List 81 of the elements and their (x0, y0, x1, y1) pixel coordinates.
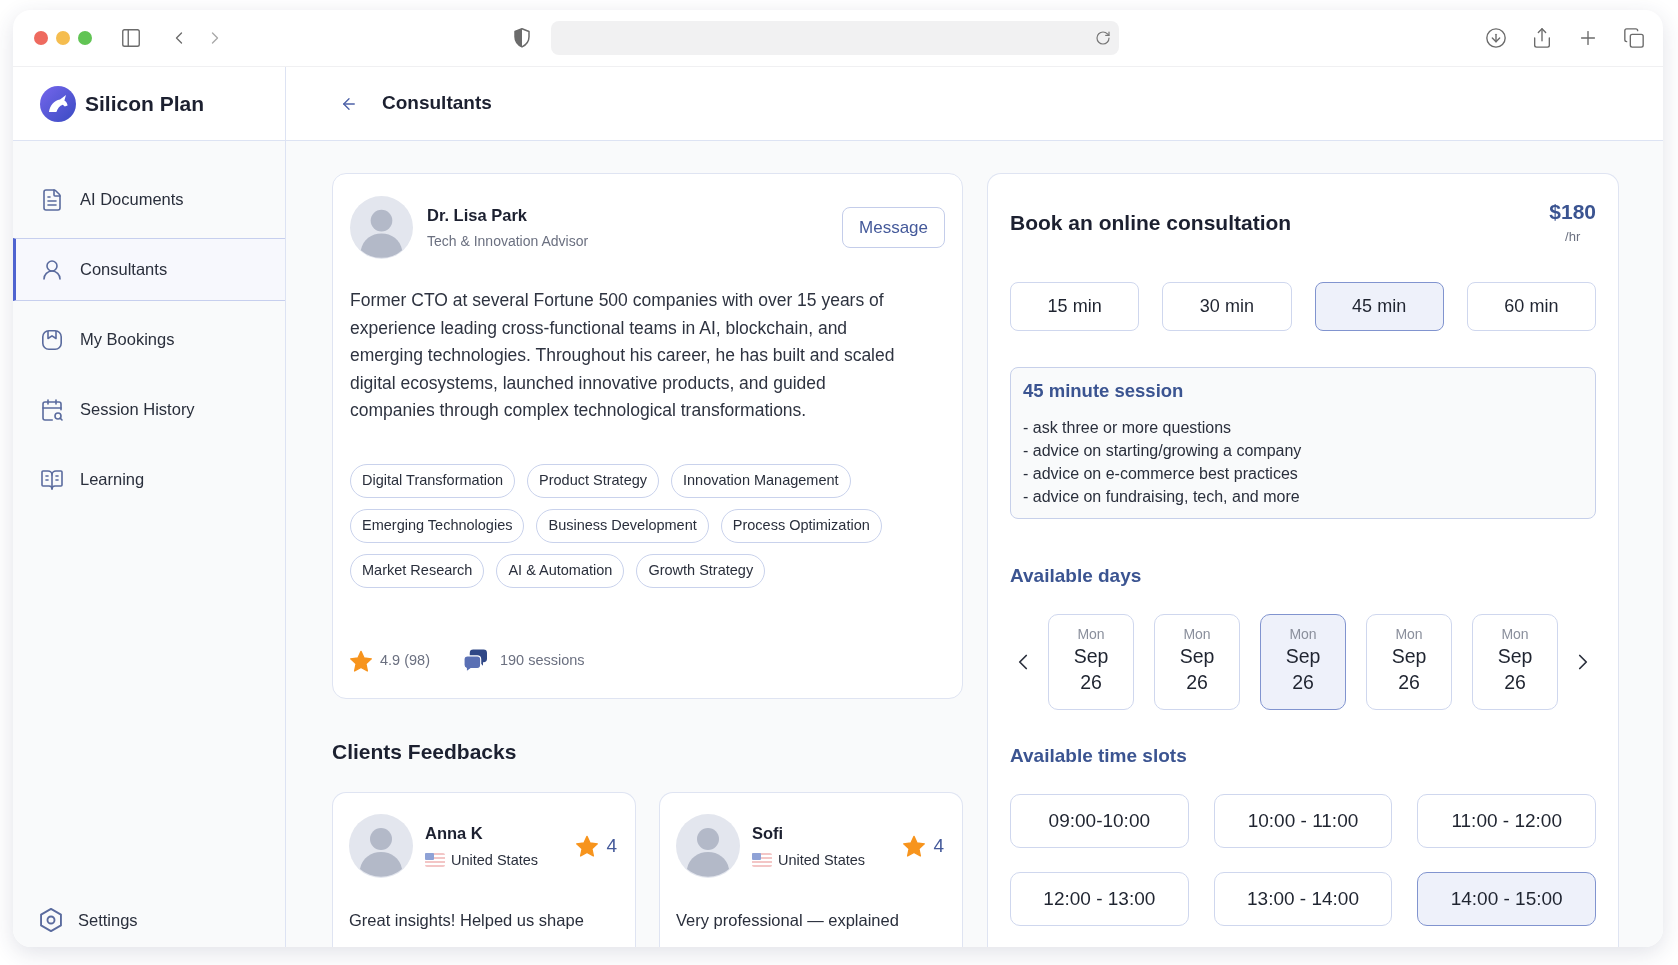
time-slot[interactable]: 12:00 - 13:00 (1010, 872, 1189, 926)
book-icon (40, 467, 64, 492)
expertise-tag: Emerging Technologies (350, 508, 525, 543)
duration-option[interactable]: 60 min (1466, 282, 1596, 331)
expertise-tag: Market Research (350, 553, 485, 588)
price: $180 (1549, 199, 1596, 225)
sidebar-item[interactable]: Session History (13, 378, 285, 441)
message-button[interactable]: Message (842, 207, 945, 248)
day-option[interactable]: Mon Sep 26 (1260, 614, 1346, 710)
bookmark-icon (40, 327, 64, 352)
sidebar-item[interactable]: Settings (13, 893, 285, 947)
expertise-tag: AI & Automation (496, 553, 625, 588)
rating-text: 4.9 (98) (380, 650, 430, 670)
expertise-tag: Product Strategy (527, 463, 660, 498)
session-point: - advice on fundraising, tech, and more (1023, 487, 1301, 507)
duration-option[interactable]: 45 min (1314, 282, 1444, 331)
expertise-tag: Business Development (536, 508, 709, 543)
avatar-icon (349, 814, 413, 878)
document-icon (40, 187, 64, 212)
sidebar-item[interactable]: My Bookings (13, 308, 285, 371)
day-option[interactable]: Mon Sep 26 (1472, 614, 1558, 710)
sidebar-item[interactable]: AI Documents (13, 168, 285, 231)
page-title: Consultants (382, 91, 492, 116)
consultant-bio: Former CTO at several Fortune 500 companies with over 15 years of experience leading cross-functional teams in AI, blockchain, and emerging technologies. Throughout his career, he has built and scaled digital ecosystems, launched innovative products, and guided companies through complex technological transformations. (350, 289, 896, 422)
booking-title: Book an online consultation (1010, 210, 1292, 236)
time-slot[interactable]: 14:00 - 15:00 (1417, 872, 1596, 926)
section-heading: Clients Feedbacks (332, 739, 518, 765)
day-option[interactable]: Mon Sep 26 (1048, 614, 1134, 710)
expertise-tag: Process Optimization (720, 508, 882, 543)
client-name: Anna K (425, 822, 484, 844)
section-heading: Available time slots (1010, 744, 1188, 768)
duration-option[interactable]: 15 min (1010, 282, 1140, 331)
flag-icon (425, 853, 445, 868)
chat-bubbles-icon (464, 649, 487, 672)
flag-icon (752, 853, 772, 868)
tabs-overview-icon[interactable] (1623, 27, 1645, 49)
client-rating: 4 (606, 833, 617, 858)
session-point: - advice on e-commerce best practices (1023, 464, 1299, 484)
time-slot[interactable]: 13:00 - 14:00 (1213, 872, 1393, 926)
section-heading: Available days (1010, 564, 1143, 588)
expertise-tag: Digital Transformation (350, 463, 516, 498)
day-option[interactable]: Mon Sep 26 (1154, 614, 1240, 710)
window-close-icon[interactable] (34, 31, 48, 45)
day-option[interactable]: Mon Sep 26 (1366, 614, 1452, 710)
expertise-tag: Innovation Management (671, 463, 851, 498)
expertise-tag: Growth Strategy (636, 553, 766, 588)
calendar-search-icon (40, 397, 64, 422)
consultant-name: Dr. Lisa Park (427, 205, 528, 227)
avatar-icon (676, 814, 740, 878)
feedback-text: Very professional — explained (676, 910, 900, 931)
client-country: United States (778, 850, 866, 870)
app-name: Silicon Plan (85, 90, 205, 117)
sidebar-item[interactable]: Consultants (13, 238, 285, 301)
feedback-text: Great insights! Helped us shape (349, 910, 585, 931)
time-slot[interactable]: 10:00 - 11:00 (1213, 794, 1393, 848)
star-icon (903, 835, 926, 857)
client-country: United States (451, 850, 539, 870)
address-field[interactable] (551, 21, 1119, 55)
reload-icon[interactable] (1095, 30, 1111, 46)
client-rating: 4 (933, 833, 944, 858)
time-slot[interactable]: 09:00-10:00 (1010, 794, 1189, 848)
sessions-count: 190 sessions (500, 650, 585, 670)
consultant-role: Tech & Innovation Advisor (427, 231, 589, 251)
price-unit: /hr (1565, 229, 1581, 245)
star-icon (350, 649, 372, 672)
star-icon (576, 835, 599, 857)
time-slot[interactable]: 11:00 - 12:00 (1417, 794, 1596, 848)
share-icon[interactable] (1531, 27, 1553, 49)
shield-icon[interactable] (514, 28, 530, 48)
avatar-icon (350, 196, 413, 259)
settings-icon (40, 908, 62, 932)
session-point: - ask three or more questions (1023, 418, 1233, 438)
logo-icon (40, 85, 76, 122)
sidebar-item[interactable]: Learning (13, 448, 285, 511)
duration-option[interactable]: 30 min (1162, 282, 1292, 331)
download-icon[interactable] (1485, 27, 1507, 49)
sidebar-toggle-icon[interactable] (120, 27, 142, 49)
person-icon (40, 257, 64, 282)
client-name: Sofi (752, 822, 785, 844)
session-title: 45 minute session (1023, 380, 1185, 402)
session-point: - advice on starting/growing a company (1023, 441, 1303, 461)
